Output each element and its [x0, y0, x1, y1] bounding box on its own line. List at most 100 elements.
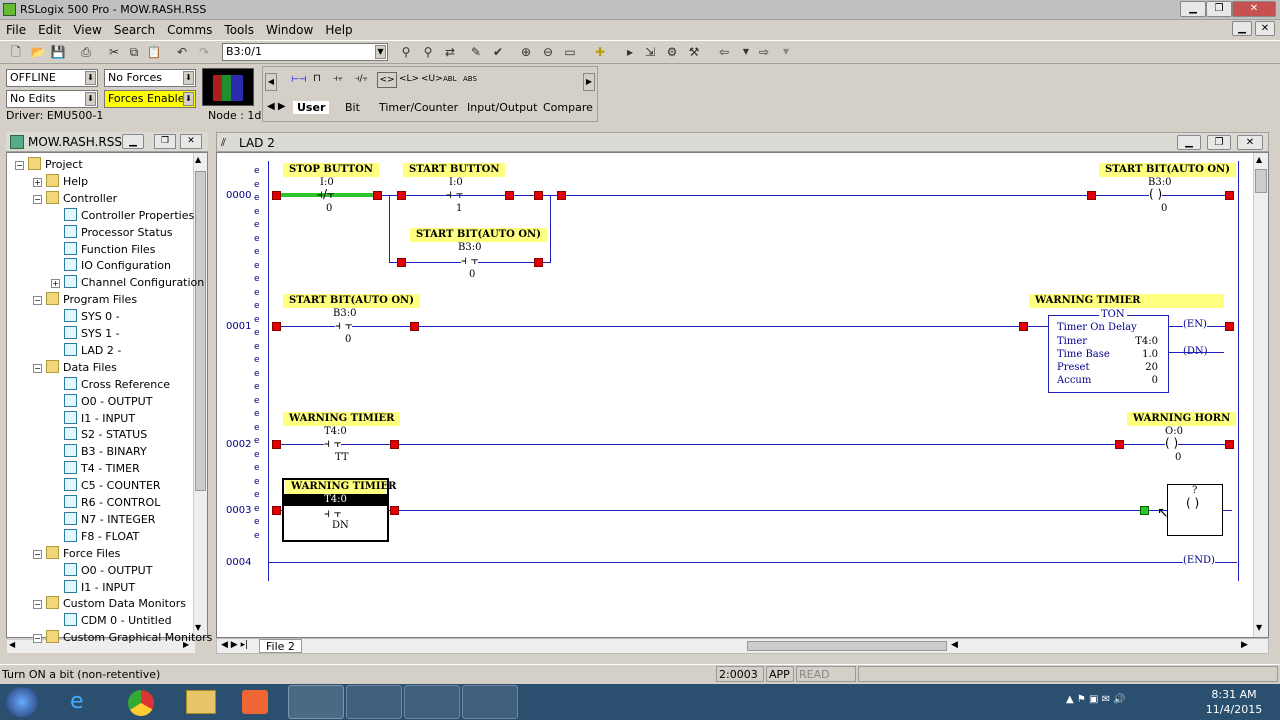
tab-scroll-icon[interactable]: ◀ ▶ — [267, 101, 286, 112]
ie-icon[interactable]: e — [70, 689, 98, 715]
config-icon[interactable]: ⚒ — [686, 44, 702, 60]
clock-date[interactable]: 11/4/2015 — [1204, 703, 1264, 716]
tree-item[interactable]: LAD 2 - — [51, 342, 121, 359]
dn-contact[interactable]: ⫞ ⫟ — [324, 506, 341, 521]
tree-item[interactable]: I1 - INPUT — [51, 579, 135, 596]
scroll-up-icon[interactable]: ▲ — [1256, 155, 1262, 164]
stop-button-contact[interactable]: ⫞/⫟ — [317, 187, 334, 202]
rung-node[interactable] — [1225, 191, 1234, 200]
selected-instruction[interactable]: WARNING TIMIER T4:0 ⫞ ⫟ DN — [282, 478, 396, 542]
window-icon[interactable]: ▭ — [562, 44, 578, 60]
tree-item[interactable]: Processor Status — [51, 224, 173, 241]
tab-nav-icon[interactable]: ◀ ▶ ▸| — [221, 640, 248, 650]
collapse-icon[interactable]: − — [33, 600, 42, 610]
monitor-icon[interactable]: ⚙ — [664, 44, 680, 60]
tree-item[interactable]: B3 - BINARY — [51, 443, 147, 460]
abl-icon[interactable]: ABL — [443, 75, 457, 83]
close-button[interactable]: ✕ — [1232, 1, 1276, 17]
forces-combo[interactable]: No Forces ⬇ — [104, 69, 196, 87]
file-tab[interactable]: File 2 — [259, 639, 302, 653]
tree-item[interactable]: C5 - COUNTER — [51, 477, 161, 494]
forward-icon[interactable]: ⇨ — [756, 44, 772, 60]
mdi-close-button[interactable]: ✕ — [1255, 21, 1275, 36]
mdi-minimize-button[interactable]: ▁ — [1232, 21, 1252, 36]
scroll-down-icon[interactable]: ▼ — [1256, 623, 1262, 632]
menu-edit[interactable]: Edit — [32, 21, 67, 37]
ton-en-output[interactable]: (EN) — [1183, 319, 1207, 330]
otu-icon[interactable]: <U> — [421, 74, 443, 84]
scroll-left-icon[interactable]: ◀ — [951, 640, 958, 650]
clock-time[interactable]: 8:31 AM — [1208, 688, 1260, 701]
branch-icon[interactable]: ⊓ — [313, 73, 321, 84]
save-icon[interactable]: 💾 — [50, 44, 66, 60]
rung-node[interactable] — [1019, 322, 1028, 331]
start-bit-coil[interactable]: ( ) — [1149, 187, 1163, 201]
scroll-up-icon[interactable]: ▲ — [195, 155, 201, 164]
mode-combo[interactable]: OFFLINE ⬇ — [6, 69, 98, 87]
tree-item[interactable]: O0 - OUTPUT — [51, 562, 152, 579]
rung-node[interactable] — [1115, 440, 1124, 449]
rung-node[interactable] — [390, 506, 399, 515]
rung-node[interactable] — [1087, 191, 1096, 200]
start-button-icon[interactable] — [6, 687, 38, 717]
explorer-icon[interactable] — [186, 690, 216, 714]
tab-user[interactable]: User — [293, 101, 330, 114]
emulator-task-icon[interactable] — [404, 685, 460, 719]
rung-node[interactable] — [397, 191, 406, 200]
rung-number[interactable]: 0002 — [226, 439, 251, 450]
menu-comms[interactable]: Comms — [161, 21, 218, 37]
rung-node[interactable] — [272, 191, 281, 200]
notepad-task-icon[interactable] — [462, 685, 518, 719]
tree-item[interactable]: + Channel Configuration — [51, 274, 204, 291]
redo-icon[interactable]: ↷ — [196, 44, 212, 60]
ladder-minimize-button[interactable]: ▁ — [1177, 135, 1201, 150]
rung-node[interactable] — [1225, 440, 1234, 449]
ladder-restore-button[interactable]: ❐ — [1207, 135, 1231, 150]
palette-left-icon[interactable]: ◀ — [265, 73, 277, 91]
rung-node[interactable] — [397, 258, 406, 267]
tree-item[interactable]: I1 - INPUT — [51, 410, 135, 427]
cut-icon[interactable]: ✂ — [106, 44, 122, 60]
tree-item[interactable]: − Custom Graphical Monitors — [33, 629, 212, 646]
collapse-icon[interactable]: − — [33, 634, 42, 644]
menu-window[interactable]: Window — [260, 21, 319, 37]
rung-number[interactable]: 0000 — [226, 190, 251, 201]
menu-view[interactable]: View — [67, 21, 107, 37]
tab-compare[interactable]: Compare — [543, 101, 593, 114]
print-icon[interactable]: ⎙ — [78, 44, 94, 60]
rung-number[interactable]: 0004 — [226, 557, 251, 568]
ladder-vscrollbar[interactable]: ▲ ▼ — [1253, 153, 1268, 637]
tree-item[interactable]: − Controller — [33, 190, 117, 207]
undo-icon[interactable]: ↶ — [174, 44, 190, 60]
tree-item[interactable]: S2 - STATUS — [51, 426, 147, 443]
start-bit-branch-contact[interactable]: ⫞ ⫟ — [461, 253, 479, 268]
tree-item[interactable]: Cross Reference — [51, 376, 170, 393]
rslogix-task-icon[interactable] — [288, 685, 344, 719]
collapse-icon[interactable]: − — [33, 549, 42, 559]
rung-node[interactable] — [272, 322, 281, 331]
xic-icon[interactable]: ⫞⫟ — [333, 74, 343, 84]
chevron-down-icon[interactable]: ▼ — [375, 45, 386, 59]
rung-icon[interactable]: ⊢⊣ — [291, 75, 307, 85]
rung-node[interactable] — [390, 440, 399, 449]
menu-help[interactable]: Help — [319, 21, 358, 37]
tree-item[interactable]: T4 - TIMER — [51, 460, 140, 477]
tree-item[interactable]: IO Configuration — [51, 257, 171, 274]
minimize-button[interactable]: ▁ — [1180, 1, 1206, 17]
edits-combo[interactable]: No Edits ⬇ — [6, 90, 98, 108]
copy-icon[interactable]: ⧉ — [126, 44, 142, 60]
new-coil-block[interactable]: ? ( ) — [1167, 484, 1223, 536]
ladder-hscroll-thumb[interactable] — [747, 641, 947, 651]
ladder-hscrollbar[interactable]: ◀ ▶ ▸| File 2 ◀ ▶ — [216, 638, 1269, 654]
back-icon[interactable]: ⇦ — [716, 44, 732, 60]
palette-right-icon[interactable]: ▶ — [583, 73, 595, 91]
find-icon[interactable]: ⚲ — [398, 44, 414, 60]
start-button-contact[interactable]: ⫞ ⫟ — [446, 187, 463, 202]
collapse-icon[interactable]: − — [15, 161, 24, 170]
forces-enabled-combo[interactable]: Forces Enabled ⬇ — [104, 90, 196, 108]
tree-item[interactable]: SYS 1 - — [51, 325, 120, 342]
rung-node[interactable] — [373, 191, 382, 200]
zoom-out-icon[interactable]: ⊖ — [540, 44, 556, 60]
chevron-down-icon[interactable]: ⬇ — [183, 92, 194, 106]
add-icon[interactable]: ✚ — [592, 44, 608, 60]
